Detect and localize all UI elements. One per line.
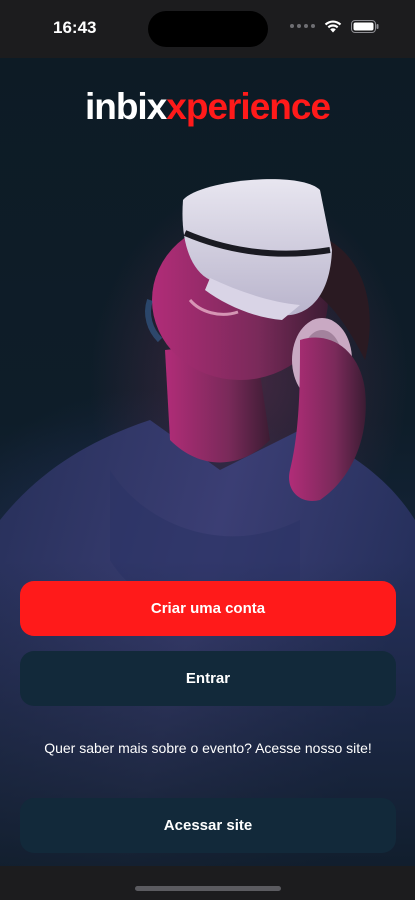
brand-logo: inbixxperience [0,86,415,128]
home-indicator[interactable] [135,886,281,891]
brand-logo-red: xperience [166,86,331,127]
status-time: 16:43 [53,18,97,37]
create-account-button[interactable]: Criar uma conta [20,581,396,636]
create-account-label: Criar uma conta [150,600,266,617]
wifi-icon [324,20,342,33]
status-bar: 16:43 [0,0,415,58]
brand-logo-white: inbix [84,86,167,127]
bottom-bar [0,866,415,900]
event-info-text: Quer saber mais sobre o evento? Acesse n… [44,740,372,756]
battery-icon [351,19,379,33]
signal-dots-icon [290,24,315,28]
login-button[interactable]: Entrar [20,651,396,706]
visit-site-button[interactable]: Acessar site [20,798,396,853]
visit-site-label: Acessar site [163,817,253,834]
login-label: Entrar [185,670,231,687]
dynamic-island [148,11,268,47]
status-icons [290,19,379,33]
